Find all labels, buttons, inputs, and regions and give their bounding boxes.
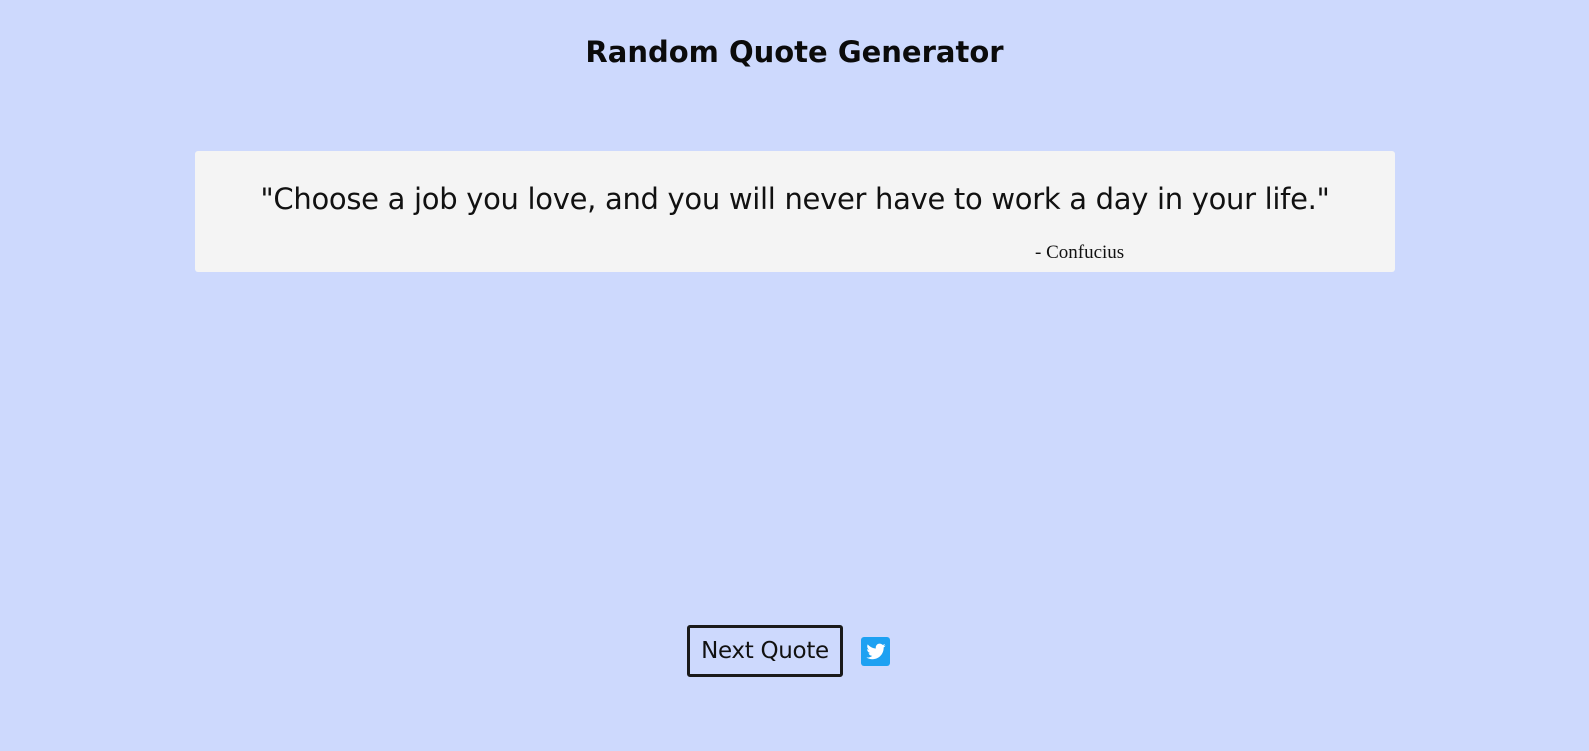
twitter-icon — [865, 640, 887, 662]
tweet-quote-link[interactable] — [861, 636, 890, 666]
quote-text: "Choose a job you love, and you will nev… — [260, 182, 1330, 216]
quote-card: "Choose a job you love, and you will nev… — [195, 151, 1395, 272]
next-quote-button[interactable]: Next Quote — [687, 625, 843, 677]
quote-author: - Confucius — [1035, 242, 1125, 263]
page-title: Random Quote Generator — [585, 35, 1004, 69]
quote-actions: Next Quote — [687, 625, 890, 677]
